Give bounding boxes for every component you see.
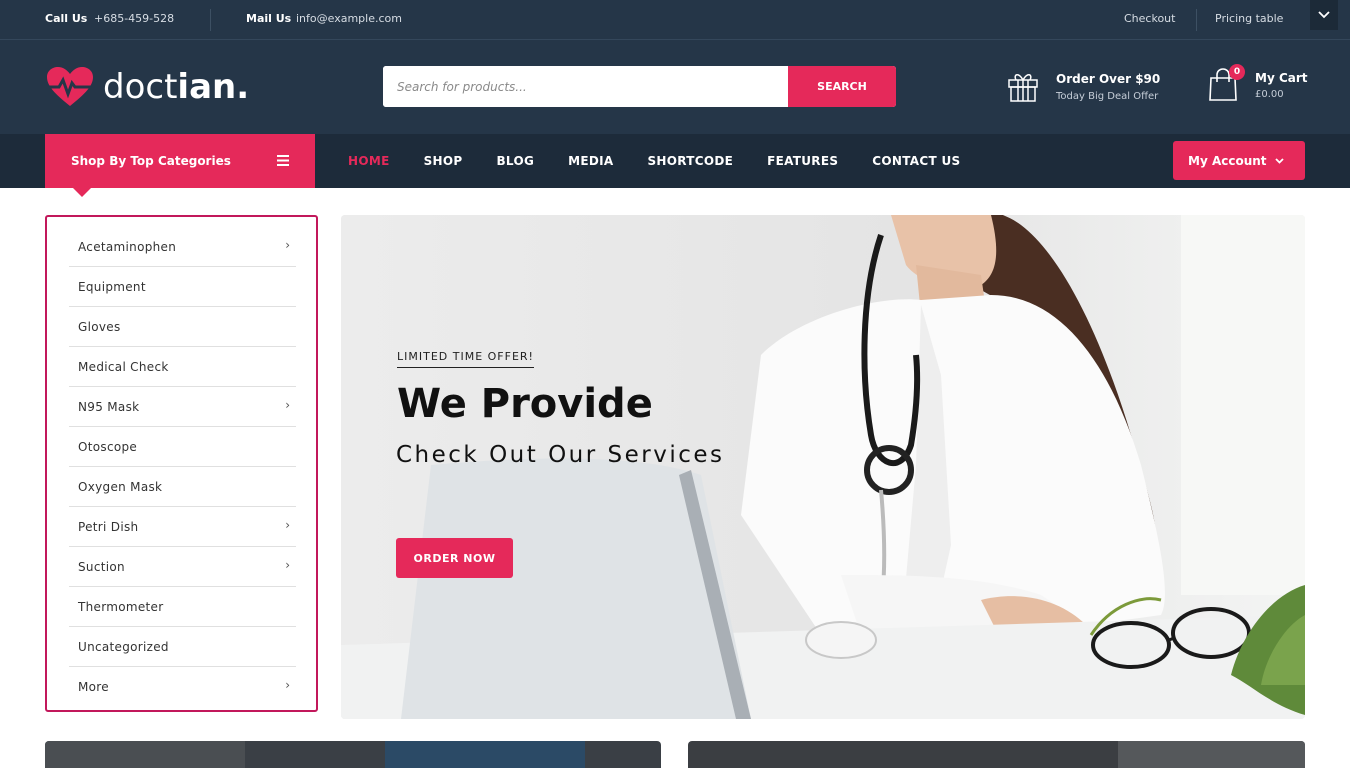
shop-by-categories-button[interactable]: Shop By Top Categories (45, 134, 315, 197)
offer-title: Order Over $90 (1056, 72, 1161, 86)
category-label: Equipment (78, 280, 146, 294)
promo-banner-image (45, 741, 661, 768)
dropdown-pointer (73, 188, 91, 197)
main-navigation: Shop By Top Categories HOME SHOP BLOG ME… (0, 134, 1350, 197)
menu-items: HOME SHOP BLOG MEDIA SHORTCODE FEATURES … (348, 134, 994, 188)
hero-slider: LIMITED TIME OFFER! We Provide Check Out… (341, 215, 1305, 719)
search-button[interactable]: SEARCH (788, 66, 896, 107)
category-sidebar: Acetaminophen › Equipment Gloves Medical … (45, 215, 318, 712)
category-label: Acetaminophen (78, 240, 177, 254)
promo-banner-left[interactable] (45, 741, 661, 768)
topbar-divider (1196, 9, 1197, 31)
category-label: More (78, 680, 109, 694)
mini-cart[interactable]: 0 My Cart £0.00 (1208, 64, 1308, 106)
checkout-link[interactable]: Checkout (1124, 12, 1175, 25)
cart-title: My Cart (1255, 71, 1308, 85)
pricing-table-link[interactable]: Pricing table (1215, 12, 1283, 25)
logo-text-light: doct (103, 67, 178, 107)
gift-icon (1008, 74, 1038, 102)
category-label: Otoscope (78, 440, 138, 454)
category-label: Gloves (78, 320, 121, 334)
logo-text-bold: ian. (177, 67, 250, 107)
category-label: Suction (78, 560, 125, 574)
category-item[interactable]: Otoscope (69, 427, 296, 467)
nav-contact-us[interactable]: CONTACT US (872, 134, 960, 188)
chevron-right-icon: › (285, 518, 290, 532)
site-logo[interactable]: doctian. (45, 62, 249, 112)
my-account-label: My Account (1188, 153, 1267, 168)
call-label: Call Us (45, 12, 88, 25)
hero-headline: We Provide (397, 381, 653, 427)
cart-count-badge: 0 (1229, 64, 1245, 80)
category-item[interactable]: More › (69, 667, 296, 707)
chevron-down-icon (1274, 157, 1284, 164)
mail-label: Mail Us (246, 12, 292, 25)
chevron-right-icon: › (285, 678, 290, 692)
nav-shortcode[interactable]: SHORTCODE (647, 134, 733, 188)
hero-tag: LIMITED TIME OFFER! (397, 350, 534, 368)
promo-banner-right[interactable] (688, 741, 1305, 768)
my-account-button[interactable]: My Account (1173, 141, 1305, 180)
hero-subheadline: Check Out Our Services (396, 442, 725, 468)
order-now-button[interactable]: ORDER NOW (396, 538, 513, 578)
category-label: Uncategorized (78, 640, 169, 654)
product-search: SEARCH (383, 66, 896, 107)
category-label: Medical Check (78, 360, 169, 374)
nav-home[interactable]: HOME (348, 134, 390, 188)
hamburger-menu-icon (277, 155, 289, 166)
promo-banner-image (688, 741, 1305, 768)
deal-offer[interactable]: Order Over $90 Today Big Deal Offer (1007, 70, 1160, 106)
category-item[interactable]: Medical Check (69, 347, 296, 387)
category-item[interactable]: Acetaminophen › (69, 227, 296, 267)
categories-label: Shop By Top Categories (71, 154, 231, 168)
nav-shop[interactable]: SHOP (424, 134, 463, 188)
category-list: Acetaminophen › Equipment Gloves Medical … (69, 227, 296, 707)
chevron-down-icon (1318, 11, 1330, 19)
category-label: Oxygen Mask (78, 480, 163, 494)
site-header: doctian. SEARCH Order Over $90 Today Big… (0, 40, 1350, 134)
mail-address[interactable]: info@example.com (296, 12, 402, 25)
topbar-divider (210, 9, 211, 31)
category-item[interactable]: Oxygen Mask (69, 467, 296, 507)
category-item[interactable]: Petri Dish › (69, 507, 296, 547)
category-item[interactable]: Suction › (69, 547, 296, 587)
offer-subtitle: Today Big Deal Offer (1056, 91, 1159, 102)
chevron-right-icon: › (285, 398, 290, 412)
chevron-right-icon: › (285, 558, 290, 572)
top-bar: Call Us +685-459-528 Mail Us info@exampl… (0, 0, 1350, 40)
category-item[interactable]: Gloves (69, 307, 296, 347)
category-label: N95 Mask (78, 400, 140, 414)
logo-text: doctian. (103, 67, 249, 107)
call-number[interactable]: +685-459-528 (94, 12, 174, 25)
topbar-toggle-button[interactable] (1310, 0, 1338, 30)
nav-features[interactable]: FEATURES (767, 134, 838, 188)
search-input[interactable] (383, 66, 788, 107)
heart-pulse-logo-icon (45, 67, 95, 106)
category-item[interactable]: Thermometer (69, 587, 296, 627)
nav-media[interactable]: MEDIA (568, 134, 613, 188)
category-item[interactable]: Equipment (69, 267, 296, 307)
cart-total: £0.00 (1255, 89, 1284, 100)
category-label: Petri Dish (78, 520, 139, 534)
chevron-right-icon: › (285, 238, 290, 252)
category-item[interactable]: Uncategorized (69, 627, 296, 667)
category-item[interactable]: N95 Mask › (69, 387, 296, 427)
nav-blog[interactable]: BLOG (496, 134, 534, 188)
category-label: Thermometer (78, 600, 164, 614)
